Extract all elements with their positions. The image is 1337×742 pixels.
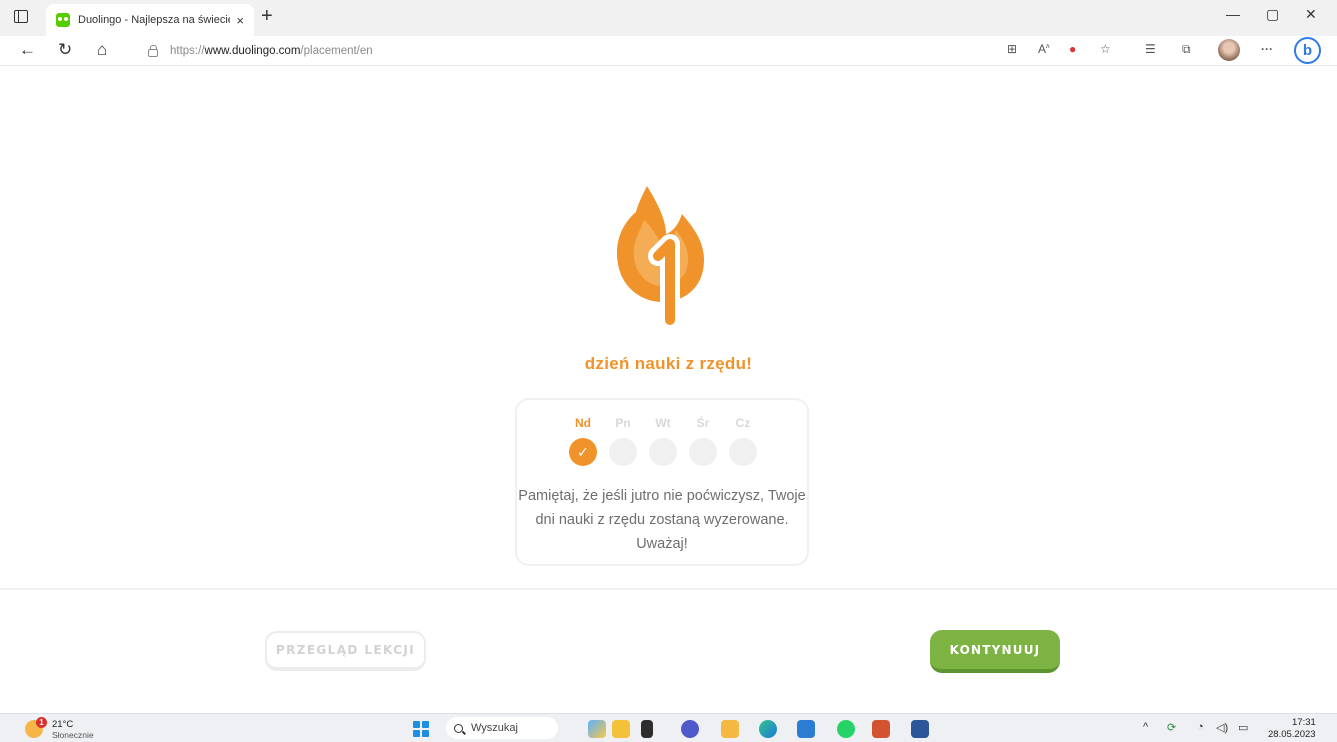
whatsapp-icon[interactable] xyxy=(837,720,855,738)
sync-icon[interactable]: ⟳ xyxy=(1167,721,1176,734)
widgets-icon[interactable] xyxy=(588,720,606,738)
weather-description: Słonecznie xyxy=(52,730,94,740)
maximize-button[interactable]: ▢ xyxy=(1266,6,1279,23)
clock-date[interactable]: 28.05.2023 xyxy=(1268,729,1316,740)
streak-heading: dzień nauki z rzędu! xyxy=(584,354,753,373)
weather-badge: 1 xyxy=(36,717,47,728)
reload-button[interactable]: ↻ xyxy=(58,40,72,60)
day-sunday: Nd ✓ xyxy=(569,416,597,466)
home-button[interactable]: ⌂ xyxy=(97,40,107,60)
review-lesson-button[interactable]: PRZEGLĄD LEKCJI xyxy=(265,631,426,671)
collections-icon[interactable]: ⧉ xyxy=(1182,42,1191,57)
apps-icon[interactable]: ⊞ xyxy=(1007,42,1017,56)
teams-icon[interactable] xyxy=(681,720,699,738)
close-window-button[interactable]: ✕ xyxy=(1305,6,1317,23)
url-path: /placement/en xyxy=(300,45,373,57)
day-dot xyxy=(609,438,637,466)
day-label: Cz xyxy=(735,416,751,430)
profile-avatar[interactable] xyxy=(1218,39,1240,61)
search-placeholder: Wyszukaj xyxy=(471,722,518,734)
clock-time[interactable]: 17:31 xyxy=(1292,717,1316,728)
streak-reminder-text: Pamiętaj, że jeśli jutro nie poćwiczysz,… xyxy=(518,488,806,552)
day-tuesday: Wt xyxy=(649,416,677,466)
continue-button[interactable]: KONTYNUUJ xyxy=(930,630,1060,673)
url-scheme: https:// xyxy=(170,45,205,57)
flame-graphic xyxy=(616,186,704,330)
day-label: Nd xyxy=(575,416,591,430)
url-domain: www.duolingo.com xyxy=(204,45,301,57)
footer-divider xyxy=(0,588,1337,590)
duolingo-favicon-icon xyxy=(56,13,70,27)
tab-title: Duolingo - Najlepsza na świecie xyxy=(78,14,231,26)
edge-icon[interactable] xyxy=(759,720,777,738)
wifi-icon[interactable]: ◔ xyxy=(1197,721,1204,733)
more-icon[interactable]: ··· xyxy=(1261,42,1273,56)
day-wednesday: Śr xyxy=(689,416,717,466)
day-dot xyxy=(649,438,677,466)
office-icon[interactable] xyxy=(797,720,815,738)
day-label: Śr xyxy=(696,416,710,430)
favorites-icon[interactable]: ☰ xyxy=(1145,42,1156,56)
file-explorer-icon[interactable] xyxy=(612,720,630,738)
streak-flame-icon xyxy=(612,184,712,344)
tracking-icon[interactable]: ● xyxy=(1069,42,1076,56)
word-icon[interactable] xyxy=(911,720,929,738)
tab-close-icon[interactable]: × xyxy=(236,13,244,28)
weather-temperature: 21°C xyxy=(52,719,74,730)
folder-icon[interactable] xyxy=(721,720,739,738)
streak-calendar-card: Nd ✓ Pn Wt Śr Cz Pamiętaj, że jeśli jutr… xyxy=(515,398,809,566)
check-icon: ✓ xyxy=(569,438,597,466)
browser-toolbar: ← ↻ ⌂ https://www.duolingo.com/placement… xyxy=(0,36,1337,66)
duolingo-page: dzień nauki z rzędu! Nd ✓ Pn Wt Śr Cz Pa… xyxy=(0,67,1337,713)
bing-icon[interactable]: b xyxy=(1294,37,1321,64)
tab-actions-icon[interactable] xyxy=(14,10,28,23)
search-icon xyxy=(454,723,463,733)
day-label: Pn xyxy=(615,416,631,430)
volume-icon[interactable]: ◁) xyxy=(1216,721,1228,734)
day-dot xyxy=(689,438,717,466)
browser-tab-duolingo[interactable]: Duolingo - Najlepsza na świecie × xyxy=(46,4,254,36)
address-bar[interactable]: https://www.duolingo.com/placement/en xyxy=(140,39,1000,63)
battery-icon[interactable]: ▭ xyxy=(1238,721,1248,734)
day-dot xyxy=(729,438,757,466)
browser-tab-strip: Duolingo - Najlepsza na świecie × + — ▢ … xyxy=(0,0,1337,36)
start-icon[interactable] xyxy=(413,721,429,737)
powerpoint-icon[interactable] xyxy=(872,720,890,738)
day-monday: Pn xyxy=(609,416,637,466)
windows-taskbar: 1 21°C Słonecznie Wyszukaj ^ ⟳ ◔ ◁) ▭ 17… xyxy=(0,713,1337,742)
read-aloud-icon[interactable]: Aʌ xyxy=(1038,42,1050,56)
lock-icon xyxy=(148,45,158,57)
minimize-button[interactable]: — xyxy=(1226,6,1240,22)
week-days: Nd ✓ Pn Wt Śr Cz xyxy=(569,416,757,466)
app-icon[interactable] xyxy=(641,720,653,738)
favorites-add-icon[interactable]: ☆ xyxy=(1100,42,1111,56)
taskbar-search[interactable]: Wyszukaj xyxy=(446,717,558,739)
day-thursday: Cz xyxy=(729,416,757,466)
tray-chevron-icon[interactable]: ^ xyxy=(1143,721,1148,733)
new-tab-button[interactable]: + xyxy=(261,5,273,28)
back-button[interactable]: ← xyxy=(19,40,36,60)
day-label: Wt xyxy=(655,416,671,430)
